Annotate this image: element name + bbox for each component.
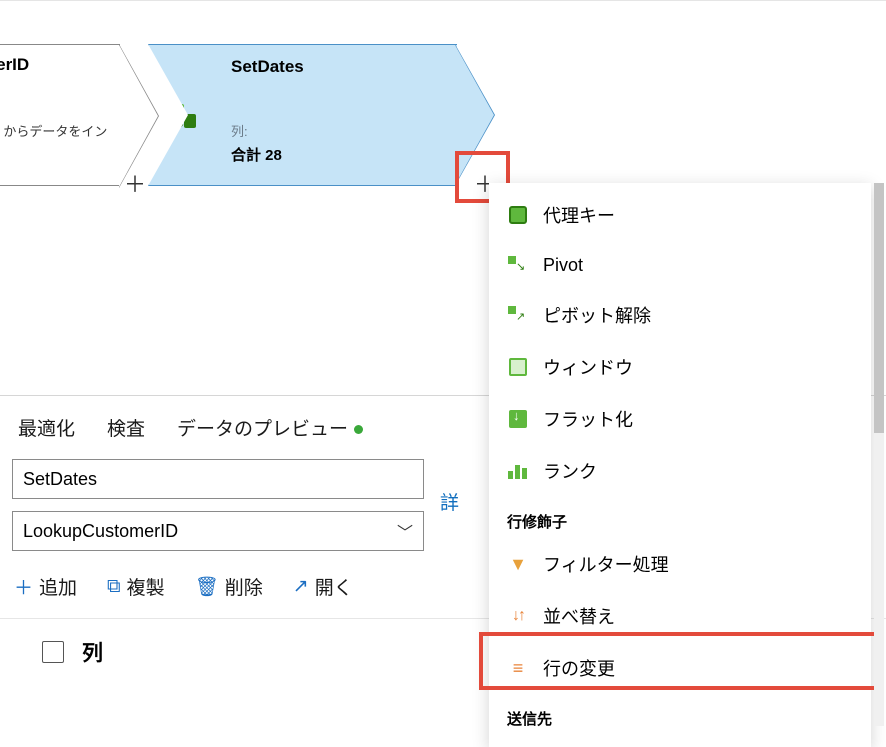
derived-column-icon: ↳ [148, 44, 218, 186]
menu-section-row-modifier: 行修飾子 [489, 497, 871, 538]
details-link[interactable]: 詳 [440, 488, 459, 515]
window-icon [507, 356, 529, 378]
columns-label: 列 [82, 637, 103, 667]
add-step-button[interactable]: ＋ [124, 167, 146, 199]
pivot-icon [507, 254, 529, 276]
open-icon: ↗ [293, 575, 309, 598]
columns-total: 合計 28 [231, 144, 447, 165]
columns-label: 列: [231, 121, 447, 140]
menu-scrollbar[interactable] [874, 183, 884, 726]
node-setdates[interactable]: ↳ SetDates 列: 合計 28 [148, 44, 500, 186]
tab-data-preview[interactable]: データのプレビュー [177, 414, 363, 441]
menu-rank[interactable]: ランク [489, 445, 871, 497]
rank-icon [507, 460, 529, 482]
unpivot-icon [507, 304, 529, 326]
node-title: merID [0, 45, 119, 81]
open-button[interactable]: ↗開く [293, 573, 353, 600]
highlight-alter-row [479, 632, 879, 690]
menu-surrogate-key[interactable]: 代理キー [489, 189, 871, 241]
select-value: LookupCustomerID [23, 521, 178, 542]
plus-icon: ＋ [14, 573, 33, 600]
menu-flatten[interactable]: フラット化 [489, 393, 871, 445]
delete-button[interactable]: 🗑削除 [195, 573, 263, 600]
tab-inspect[interactable]: 検査 [107, 414, 145, 441]
incoming-stream-select[interactable]: LookupCustomerID ﹀ [12, 511, 424, 551]
menu-pivot[interactable]: Pivot [489, 241, 871, 289]
flatten-icon [507, 408, 529, 430]
menu-unpivot[interactable]: ピボット解除 [489, 289, 871, 341]
node-title: SetDates [231, 57, 447, 77]
copy-icon: ⧉ [107, 576, 121, 598]
tab-optimize[interactable]: 最適化 [18, 414, 75, 441]
trash-icon: 🗑 [195, 575, 219, 599]
sort-icon: ↓↑ [507, 605, 529, 627]
node-description: ner からデータをイン [0, 81, 119, 140]
add-button[interactable]: ＋追加 [14, 573, 77, 600]
menu-section-destination: 送信先 [489, 694, 871, 735]
menu-window[interactable]: ウィンドウ [489, 341, 871, 393]
preview-status-dot [354, 425, 363, 434]
menu-filter[interactable]: ▼ フィルター処理 [489, 538, 871, 590]
surrogate-key-icon [507, 204, 529, 226]
copy-button[interactable]: ⧉複製 [107, 573, 165, 600]
output-stream-name-input[interactable] [12, 459, 424, 499]
node-customer-id[interactable]: merID ner からデータをイン [0, 44, 120, 186]
chevron-down-icon: ﹀ [397, 519, 413, 543]
filter-icon: ▼ [507, 553, 529, 575]
select-all-checkbox[interactable] [42, 641, 64, 663]
